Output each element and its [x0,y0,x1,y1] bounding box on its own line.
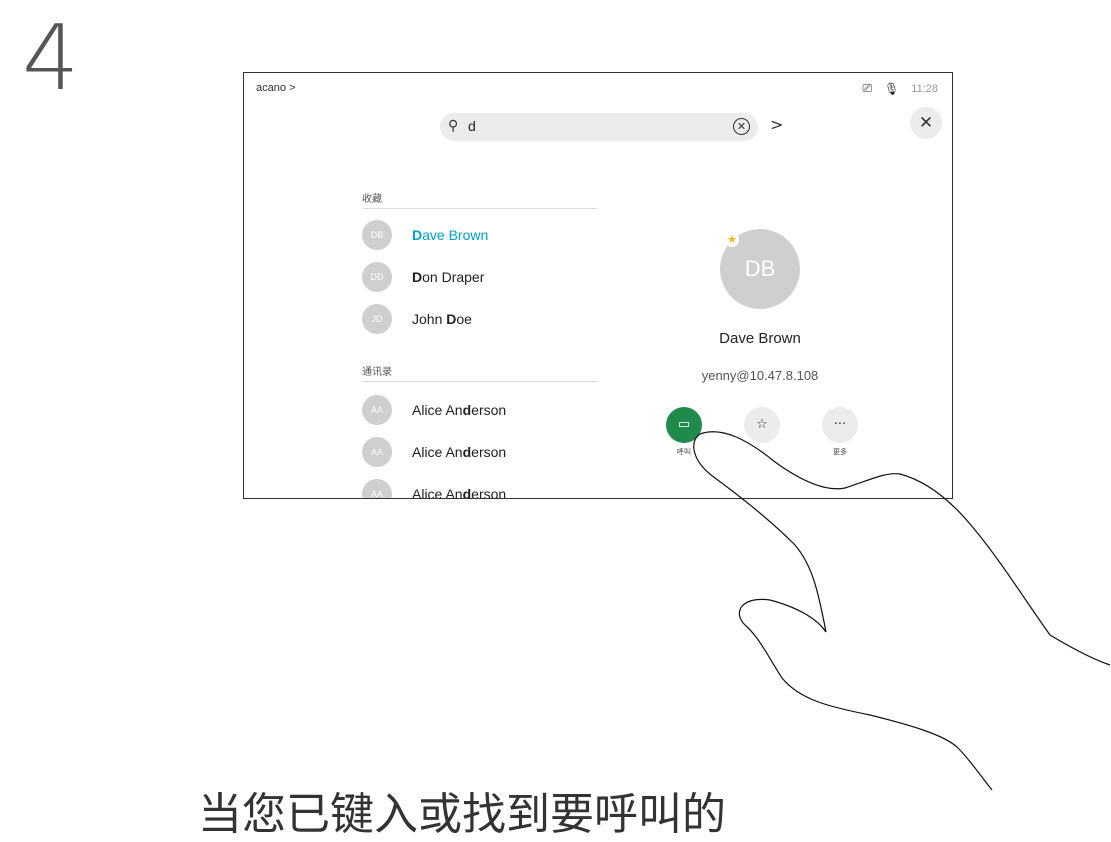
caption: 当您已键入或找到要呼叫的 [198,789,726,840]
hand-illustration [693,431,1111,791]
